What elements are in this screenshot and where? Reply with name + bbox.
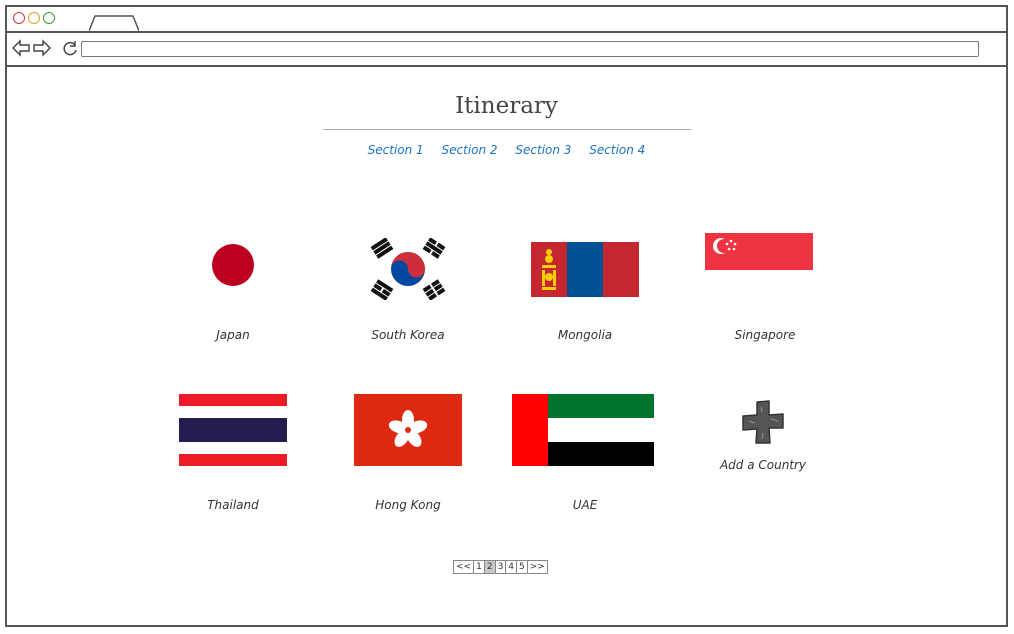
country-name: Thailand — [207, 498, 259, 512]
title-divider — [323, 129, 691, 130]
page-title: Itinerary — [455, 93, 558, 119]
country-name: Hong Kong — [375, 498, 441, 512]
add-country-label: Add a Country — [719, 458, 807, 472]
maximize-window-button[interactable] — [43, 12, 55, 24]
title-bar — [7, 7, 1006, 33]
country-card-thailand[interactable]: Thailand — [177, 390, 289, 515]
japan-flag-icon — [212, 244, 254, 286]
country-card-singapore[interactable]: Singapore — [705, 233, 821, 355]
next-page-button[interactable]: >> — [526, 560, 548, 574]
country-card-mongolia[interactable]: Mongolia — [529, 235, 641, 355]
uae-flag-icon — [512, 394, 654, 466]
section-link-2[interactable]: Section 2 — [442, 143, 498, 157]
section-nav: Section 1 Section 2 Section 3 Section 4 — [7, 143, 1006, 157]
section-link-1[interactable]: Section 1 — [368, 143, 424, 157]
url-field[interactable] — [81, 41, 979, 57]
prev-page-button[interactable]: << — [453, 560, 475, 574]
pagination: << 1 2 3 4 5 >> — [453, 560, 548, 574]
south-korea-flag-icon — [370, 238, 446, 300]
section-link-3[interactable]: Section 3 — [515, 143, 571, 157]
mongolia-flag-icon — [531, 242, 639, 297]
country-card-uae[interactable]: UAE — [512, 390, 654, 515]
page-content: Itinerary Section 1 Section 2 Section 3 … — [7, 67, 1006, 625]
country-name: South Korea — [371, 328, 445, 342]
country-card-south-korea[interactable]: South Korea — [352, 235, 464, 355]
reload-icon[interactable] — [61, 39, 79, 57]
address-bar — [7, 31, 1006, 67]
browser-window: Itinerary Section 1 Section 2 Section 3 … — [5, 5, 1008, 627]
thailand-flag-icon — [179, 394, 287, 466]
singapore-flag-icon — [705, 233, 813, 270]
plus-icon — [742, 400, 784, 444]
country-name: UAE — [572, 498, 598, 512]
country-name: Japan — [216, 328, 250, 342]
country-card-hong-kong[interactable]: Hong Kong — [352, 390, 464, 515]
country-name: Mongolia — [557, 328, 613, 342]
section-link-4[interactable]: Section 4 — [589, 143, 645, 157]
hong-kong-flag-icon — [354, 394, 462, 466]
forward-arrow-icon[interactable] — [32, 39, 52, 57]
close-window-button[interactable] — [13, 12, 25, 24]
minimize-window-button[interactable] — [28, 12, 40, 24]
browser-tab[interactable] — [89, 15, 139, 31]
country-name: Singapore — [734, 328, 796, 342]
country-card-japan[interactable]: Japan — [177, 235, 289, 355]
back-arrow-icon[interactable] — [11, 39, 31, 57]
